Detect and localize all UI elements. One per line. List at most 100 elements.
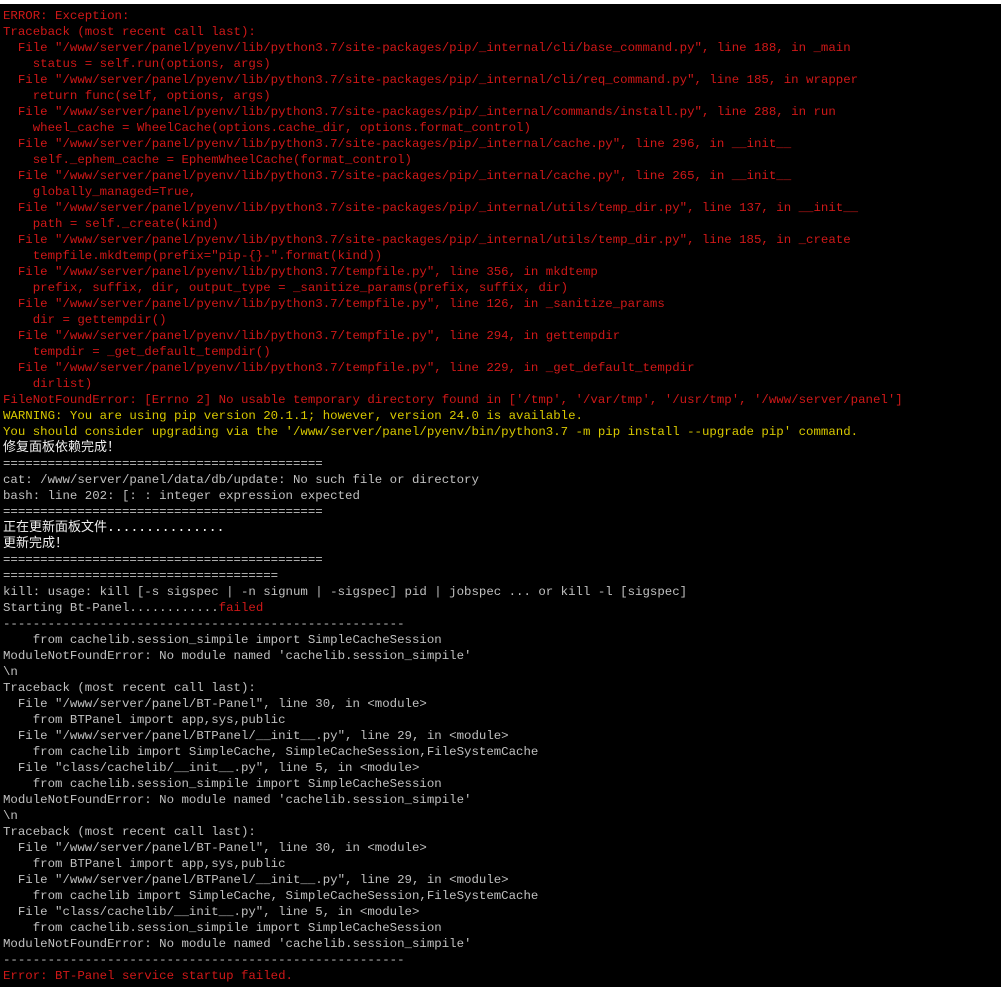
terminal-text: Error: BT-Panel service startup failed.: [3, 969, 293, 983]
terminal-line: from cachelib.session_simpile import Sim…: [3, 632, 1001, 648]
terminal-text: File "class/cachelib/__init__.py", line …: [3, 761, 420, 775]
terminal-text: File "/www/server/panel/BTPanel/__init__…: [3, 729, 509, 743]
terminal-line: ModuleNotFoundError: No module named 'ca…: [3, 792, 1001, 808]
terminal-text: File "/www/server/panel/pyenv/lib/python…: [3, 233, 851, 247]
terminal-text: tempdir = _get_default_tempdir(): [3, 345, 271, 359]
terminal-text: 修复面板依赖完成！: [3, 440, 121, 455]
terminal-line: from cachelib.session_simpile import Sim…: [3, 920, 1001, 936]
terminal-line: File "/www/server/panel/pyenv/lib/python…: [3, 200, 1001, 216]
terminal-line: Traceback (most recent call last):: [3, 24, 1001, 40]
terminal-text: dirlist): [3, 377, 93, 391]
terminal-line: Error: BT-Panel service startup failed.: [3, 968, 1001, 984]
terminal-text: File "/www/server/panel/pyenv/lib/python…: [3, 201, 859, 215]
terminal-line: ----------------------------------------…: [3, 952, 1001, 968]
terminal-text: 正在更新面板文件...............: [3, 520, 225, 535]
terminal-line: tempdir = _get_default_tempdir(): [3, 344, 1001, 360]
terminal-text: Traceback (most recent call last):: [3, 25, 256, 39]
terminal-line: self._ephem_cache = EphemWheelCache(form…: [3, 152, 1001, 168]
terminal-line: ModuleNotFoundError: No module named 'ca…: [3, 648, 1001, 664]
terminal-line: ========================================…: [3, 552, 1001, 568]
terminal-line: from cachelib import SimpleCache, Simple…: [3, 744, 1001, 760]
terminal-text: WARNING: You are using pip version 20.1.…: [3, 409, 583, 423]
terminal-text: File "/www/server/panel/BT-Panel", line …: [3, 841, 427, 855]
terminal-text: ========================================…: [3, 457, 323, 471]
terminal-text: from BTPanel import app,sys,public: [3, 713, 286, 727]
terminal-line: 正在更新面板文件...............: [3, 520, 1001, 536]
terminal-text: kill: usage: kill [-s sigspec | -n signu…: [3, 585, 688, 599]
terminal-line: File "/www/server/panel/pyenv/lib/python…: [3, 232, 1001, 248]
terminal-line: from cachelib.session_simpile import Sim…: [3, 776, 1001, 792]
terminal-text: dir = gettempdir(): [3, 313, 167, 327]
terminal-text: ModuleNotFoundError: No module named 'ca…: [3, 793, 472, 807]
terminal-text: File "/www/server/panel/pyenv/lib/python…: [3, 297, 665, 311]
terminal-line: =====================================: [3, 568, 1001, 584]
terminal-text: \n: [3, 665, 18, 679]
terminal-line: globally_managed=True,: [3, 184, 1001, 200]
terminal-text: from cachelib.session_simpile import Sim…: [3, 633, 442, 647]
terminal-text: File "/www/server/panel/pyenv/lib/python…: [3, 137, 792, 151]
terminal-line: WARNING: You are using pip version 20.1.…: [3, 408, 1001, 424]
terminal-line: 修复面板依赖完成！: [3, 440, 1001, 456]
terminal-text: path = self._create(kind): [3, 217, 219, 231]
terminal-text: File "/www/server/panel/BT-Panel", line …: [3, 697, 427, 711]
terminal-text: self._ephem_cache = EphemWheelCache(form…: [3, 153, 412, 167]
terminal-text: Traceback (most recent call last):: [3, 825, 256, 839]
terminal-line: return func(self, options, args): [3, 88, 1001, 104]
terminal-text: from BTPanel import app,sys,public: [3, 857, 286, 871]
terminal-line: File "/www/server/panel/pyenv/lib/python…: [3, 72, 1001, 88]
terminal-line: File "/www/server/panel/BT-Panel", line …: [3, 840, 1001, 856]
terminal-text: ModuleNotFoundError: No module named 'ca…: [3, 649, 472, 663]
terminal-line: dirlist): [3, 376, 1001, 392]
terminal-text: ERROR: Exception:: [3, 9, 130, 23]
terminal-line: from BTPanel import app,sys,public: [3, 712, 1001, 728]
terminal-line: File "/www/server/panel/pyenv/lib/python…: [3, 136, 1001, 152]
terminal-text: You should consider upgrading via the '/…: [3, 425, 859, 439]
terminal-text: Starting Bt-Panel............: [3, 601, 219, 615]
terminal-line: File "/www/server/panel/pyenv/lib/python…: [3, 168, 1001, 184]
terminal-line: 更新完成！: [3, 536, 1001, 552]
terminal-line: File "/www/server/panel/pyenv/lib/python…: [3, 104, 1001, 120]
terminal-line: File "/www/server/panel/BTPanel/__init__…: [3, 872, 1001, 888]
terminal-text: ----------------------------------------…: [3, 617, 405, 631]
terminal-text: Traceback (most recent call last):: [3, 681, 256, 695]
terminal-text: File "/www/server/panel/pyenv/lib/python…: [3, 41, 851, 55]
terminal-text: from cachelib import SimpleCache, Simple…: [3, 745, 539, 759]
terminal-line: File "/www/server/panel/pyenv/lib/python…: [3, 328, 1001, 344]
terminal-text: ========================================…: [3, 505, 323, 519]
terminal-line: Starting Bt-Panel............failed: [3, 600, 1001, 616]
terminal-text: File "/www/server/panel/pyenv/lib/python…: [3, 265, 598, 279]
terminal-text: File "/www/server/panel/pyenv/lib/python…: [3, 73, 859, 87]
terminal-line: ERROR: Exception:: [3, 8, 1001, 24]
terminal-line: File "/www/server/panel/BTPanel/__init__…: [3, 728, 1001, 744]
terminal-text: ModuleNotFoundError: No module named 'ca…: [3, 937, 472, 951]
terminal-text: prefix, suffix, dir, output_type = _sani…: [3, 281, 569, 295]
terminal-line: You should consider upgrading via the '/…: [3, 424, 1001, 440]
terminal-line: File "/www/server/panel/pyenv/lib/python…: [3, 360, 1001, 376]
terminal-text: globally_managed=True,: [3, 185, 197, 199]
terminal-text: File "/www/server/panel/pyenv/lib/python…: [3, 169, 792, 183]
terminal-line: ----------------------------------------…: [3, 616, 1001, 632]
terminal-text: from cachelib.session_simpile import Sim…: [3, 921, 442, 935]
terminal-text: tempfile.mkdtemp(prefix="pip-{}-".format…: [3, 249, 383, 263]
terminal-text: \n: [3, 809, 18, 823]
terminal-line: from cachelib import SimpleCache, Simple…: [3, 888, 1001, 904]
terminal-line: bash: line 202: [: : integer expression …: [3, 488, 1001, 504]
terminal-text: File "/www/server/panel/pyenv/lib/python…: [3, 105, 836, 119]
terminal-text: 更新完成！: [3, 536, 69, 551]
terminal-line: prefix, suffix, dir, output_type = _sani…: [3, 280, 1001, 296]
terminal-line: wheel_cache = WheelCache(options.cache_d…: [3, 120, 1001, 136]
terminal-line: File "class/cachelib/__init__.py", line …: [3, 904, 1001, 920]
terminal-line: path = self._create(kind): [3, 216, 1001, 232]
terminal-line: File "/www/server/panel/pyenv/lib/python…: [3, 264, 1001, 280]
terminal-text: return func(self, options, args): [3, 89, 271, 103]
terminal-text: =====================================: [3, 569, 279, 583]
terminal-line: status = self.run(options, args): [3, 56, 1001, 72]
terminal-text: File "/www/server/panel/pyenv/lib/python…: [3, 361, 695, 375]
terminal-line: kill: usage: kill [-s sigspec | -n signu…: [3, 584, 1001, 600]
terminal-line: File "/www/server/panel/pyenv/lib/python…: [3, 40, 1001, 56]
terminal-line: cat: /www/server/panel/data/db/update: N…: [3, 472, 1001, 488]
terminal-output[interactable]: ERROR: Exception: Traceback (most recent …: [0, 4, 1001, 987]
terminal-line: File "/www/server/panel/BT-Panel", line …: [3, 696, 1001, 712]
terminal-line: ========================================…: [3, 456, 1001, 472]
terminal-text: from cachelib.session_simpile import Sim…: [3, 777, 442, 791]
